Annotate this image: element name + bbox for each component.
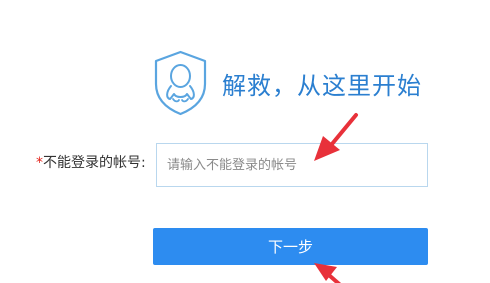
page-header: 解救，从这里开始	[153, 50, 422, 116]
page-title: 解救，从这里开始	[222, 71, 422, 100]
qq-shield-icon	[154, 50, 207, 116]
required-mark: *	[36, 155, 43, 171]
annotation-arrow-icon	[314, 263, 342, 283]
account-input[interactable]	[156, 143, 428, 187]
account-label: *不能登录的帐号:	[36, 152, 146, 172]
next-button[interactable]: 下一步	[153, 228, 428, 265]
account-label-text: 不能登录的帐号:	[43, 155, 146, 171]
